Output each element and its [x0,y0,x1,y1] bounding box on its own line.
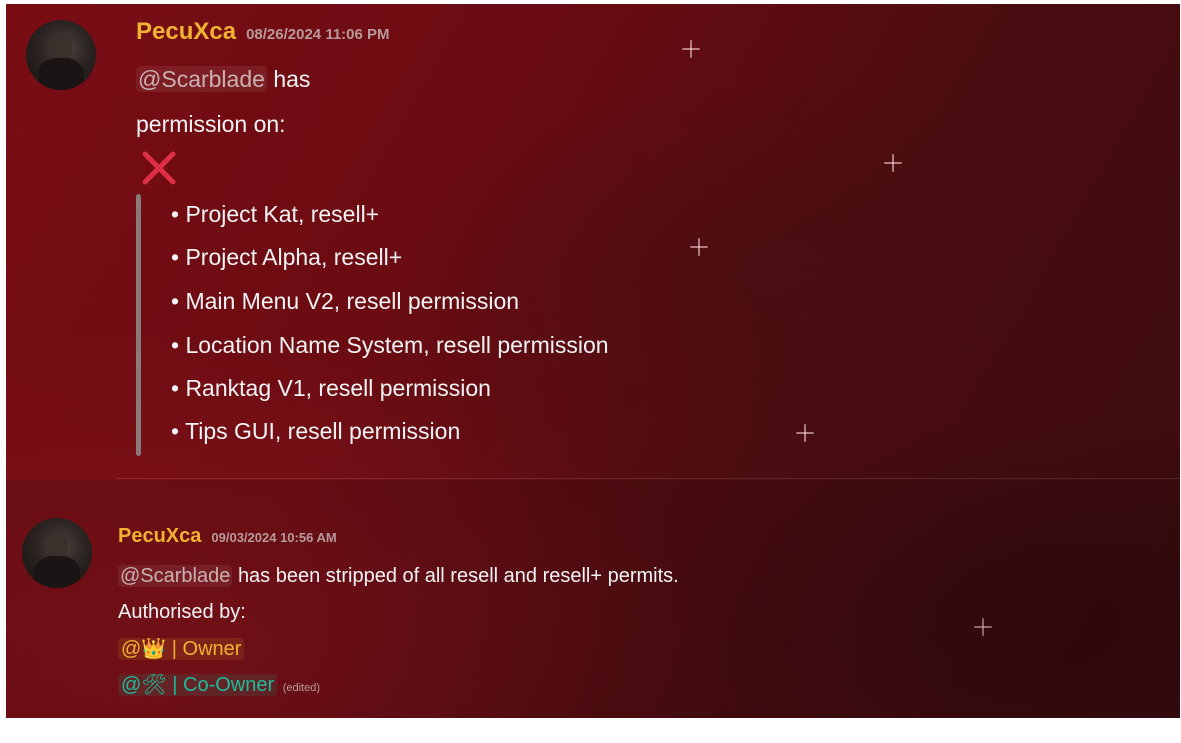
chat-message[interactable]: PecuXca 08/26/2024 11:06 PM @Scarblade h… [6,4,1180,474]
list-item: • Main Menu V2, resell permission [171,288,520,314]
message-text: permission on: [136,111,286,137]
edited-indicator: (edited) [282,682,321,694]
message-text: has [273,66,311,92]
message-text: has been stripped of all resell and rese… [237,565,679,587]
timestamp[interactable]: 09/03/2024 10:56 AM [211,530,336,545]
user-mention[interactable]: @Scarblade [136,66,267,92]
message-line: @Scarblade has been stripped of all rese… [118,565,679,588]
username[interactable]: PecuXca [118,525,201,548]
avatar[interactable] [22,518,92,588]
message-line: @Scarblade has [136,66,310,93]
timestamp[interactable]: 08/26/2024 11:06 PM [246,26,389,43]
block-quote-bar [136,194,141,456]
user-mention[interactable]: @Scarblade [118,565,233,587]
crown-icon: 👑 [141,638,167,660]
list-item: • Ranktag V1, resell permission [171,375,491,401]
role-mention-line: @👑 | Owner [118,636,245,661]
list-item: • Project Kat, resell+ [171,201,380,227]
list-item: • Tips GUI, resell permission [171,418,461,444]
message-header: PecuXca 08/26/2024 11:06 PM [136,18,390,46]
message-divider [116,478,1180,479]
list-item: • Location Name System, resell permissio… [171,332,609,358]
co-owner-role-mention[interactable]: @🛠 | Co-Owner [118,674,278,696]
tools-icon: 🛠 [141,674,167,696]
owner-role-mention[interactable]: @👑 | Owner [118,638,245,660]
message-header: PecuXca 09/03/2024 10:56 AM [118,525,337,548]
list-item: • Project Alpha, resell+ [171,244,403,270]
chat-view: PecuXca 08/26/2024 11:06 PM @Scarblade h… [6,4,1180,718]
message-text: Authorised by: [118,601,246,623]
role-mention-line: @🛠 | Co-Owner (edited) [118,672,320,697]
username[interactable]: PecuXca [136,18,236,46]
red-x-icon [142,151,176,185]
avatar[interactable] [26,20,96,90]
chat-message[interactable]: PecuXca 09/03/2024 10:56 AM @Scarblade h… [6,480,1180,718]
